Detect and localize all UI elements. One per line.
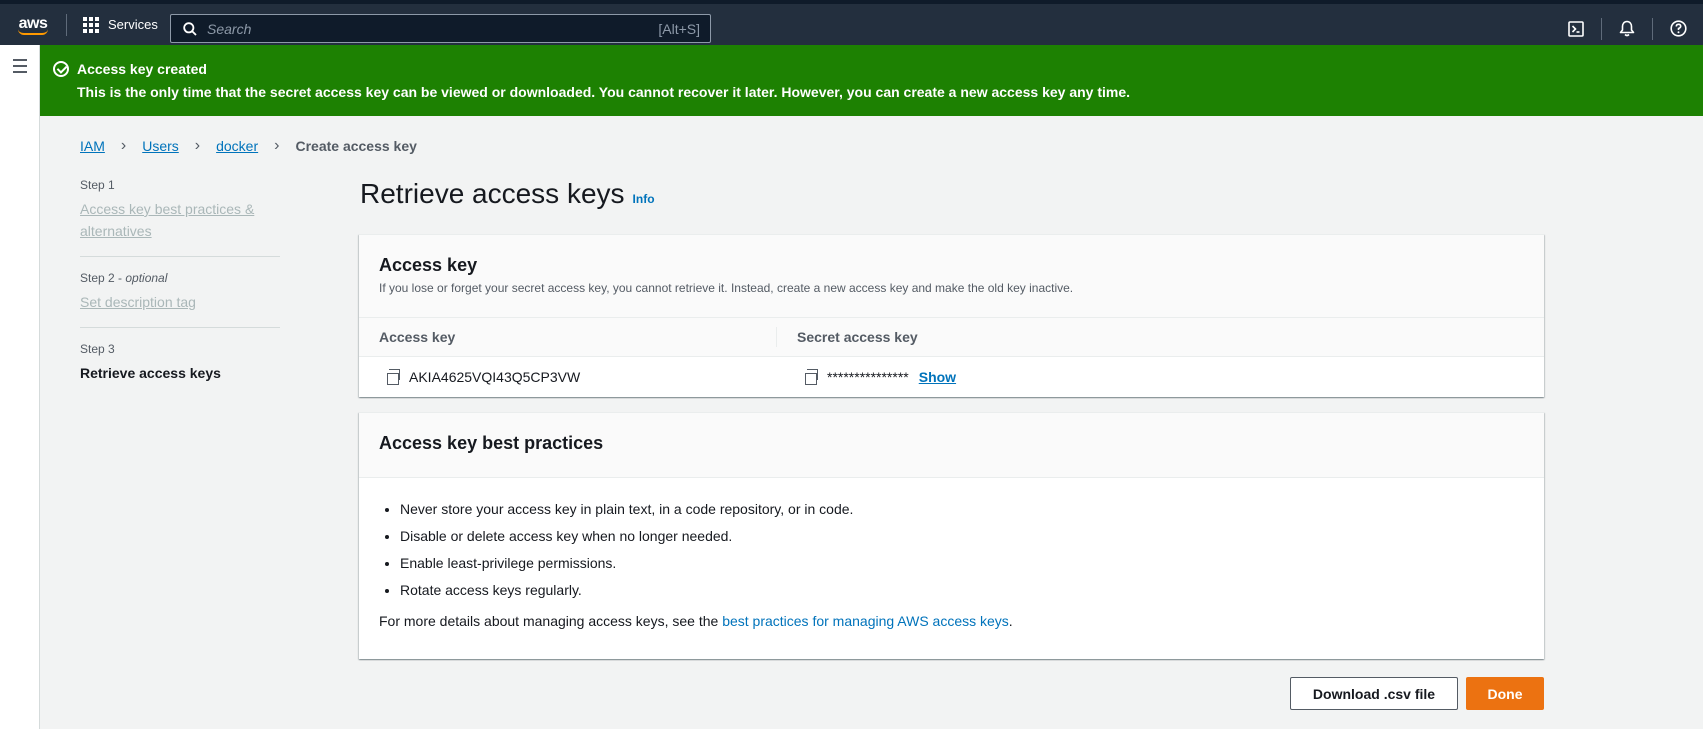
done-button[interactable]: Done (1466, 677, 1544, 710)
panel-title: Access key best practices (379, 433, 604, 453)
show-secret-button[interactable]: Show (919, 369, 956, 385)
panel-title: Access key (379, 255, 478, 275)
grid-icon (83, 16, 99, 33)
chevron-right-icon: › (274, 137, 280, 154)
step-link-description-tag[interactable]: Set description tag (80, 291, 280, 313)
column-access-key: Access key (359, 327, 777, 347)
wizard-step-3: Step 3 Retrieve access keys (80, 342, 280, 398)
search-input[interactable]: Search [Alt+S] (170, 14, 711, 43)
column-secret-access-key: Secret access key (797, 329, 918, 345)
search-placeholder: Search (207, 20, 252, 37)
list-item: Never store your access key in plain tex… (400, 500, 1544, 518)
wizard-step-1: Step 1 Access key best practices & alter… (80, 178, 280, 257)
step-label: Step 2 - optional (80, 271, 168, 285)
breadcrumb-users[interactable]: Users (142, 138, 179, 154)
help-button[interactable] (1653, 20, 1703, 37)
step-current-retrieve-keys: Retrieve access keys (80, 365, 221, 381)
access-key-value: AKIA4625VQI43Q5CP3VW (409, 369, 581, 385)
page-title: Retrieve access keys (360, 178, 625, 209)
search-icon (183, 21, 197, 36)
cloudshell-icon (1568, 20, 1584, 37)
step-link-best-practices[interactable]: Access key best practices & alternatives (80, 198, 280, 242)
wizard-step-2: Step 2 - optional Set description tag (80, 271, 280, 328)
breadcrumb-current: Create access key (295, 138, 417, 154)
best-practices-link[interactable]: best practices for managing AWS access k… (722, 613, 1009, 629)
step-label: Step 1 (80, 178, 115, 192)
list-item: Enable least-privilege permissions. (400, 554, 1544, 572)
secret-key-masked: *************** (827, 369, 909, 385)
info-link[interactable]: Info (633, 192, 655, 206)
success-check-icon (53, 61, 69, 77)
flash-title: Access key created (77, 61, 207, 77)
aws-smile-icon (18, 29, 48, 35)
breadcrumb: IAM › Users › docker › Create access key (80, 137, 417, 155)
list-item: Rotate access keys regularly. (400, 581, 1544, 599)
cloudshell-button[interactable] (1551, 20, 1601, 37)
flash-message: This is the only time that the secret ac… (77, 84, 1131, 100)
breadcrumb-docker[interactable]: docker (216, 138, 258, 154)
top-right-icons (1551, 8, 1703, 49)
copy-icon[interactable] (805, 368, 818, 385)
keys-table-header: Access key Secret access key (359, 318, 1544, 357)
page-header: Retrieve access keys Info (360, 178, 655, 210)
wizard-steps: Step 1 Access key best practices & alter… (80, 178, 280, 412)
search-shortcut: [Alt+S] (658, 20, 700, 37)
breadcrumb-iam[interactable]: IAM (80, 138, 105, 154)
list-item: Disable or delete access key when no lon… (400, 527, 1544, 545)
chevron-right-icon: › (194, 137, 201, 154)
help-icon (1669, 20, 1687, 37)
services-menu-button[interactable]: Services (67, 16, 174, 33)
menu-icon[interactable] (13, 59, 27, 77)
download-csv-button[interactable]: Download .csv file (1290, 677, 1458, 710)
success-flash-banner: Access key created This is the only time… (40, 45, 1703, 116)
services-label: Services (108, 17, 158, 32)
aws-logo[interactable]: aws (0, 4, 66, 45)
best-practices-list: Never store your access key in plain tex… (400, 500, 1544, 599)
notifications-button[interactable] (1602, 20, 1652, 37)
panel-description: If you lose or forget your secret access… (379, 281, 1074, 295)
access-key-panel: Access key If you lose or forget your se… (359, 234, 1544, 397)
side-rail (0, 45, 40, 729)
chevron-right-icon: › (120, 137, 127, 154)
copy-icon[interactable] (387, 368, 400, 385)
step-label: Step 3 (80, 342, 115, 356)
more-details-text: For more details about managing access k… (379, 613, 1013, 629)
best-practices-panel: Access key best practices Never store yo… (359, 412, 1544, 659)
keys-table-row: AKIA4625VQI43Q5CP3VW *************** Sho… (359, 357, 1544, 397)
bell-icon (1619, 20, 1635, 37)
top-navigation: aws Services Search [Alt+S] (0, 0, 1703, 45)
